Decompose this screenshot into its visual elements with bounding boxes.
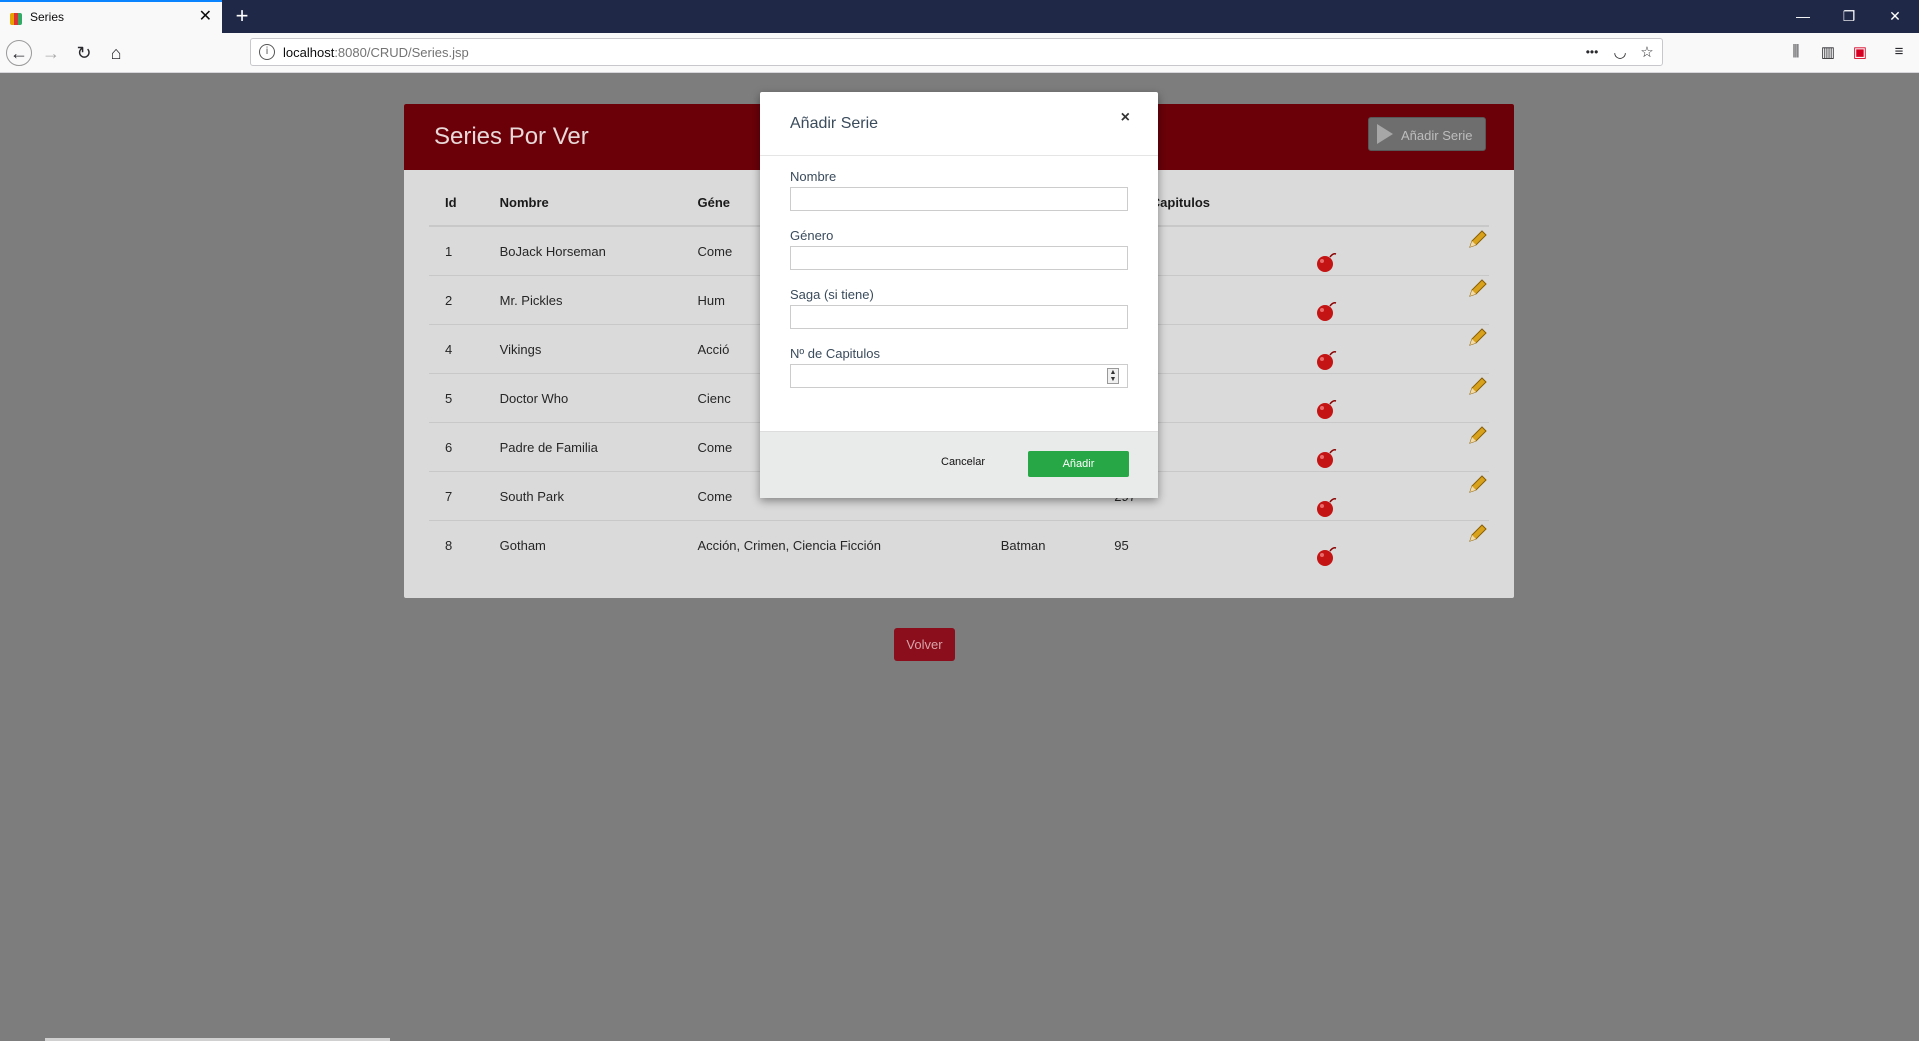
edit-pencil-icon[interactable] (1467, 277, 1489, 299)
cell-nombre: Mr. Pickles (483, 275, 682, 325)
add-series-button[interactable]: Añadir Serie (1368, 117, 1486, 151)
edit-pencil-icon[interactable] (1467, 473, 1489, 495)
delete-bomb-icon[interactable] (1315, 544, 1339, 568)
column-header-id: Id (429, 180, 484, 227)
cell-actions (1291, 471, 1489, 521)
cell-actions (1291, 521, 1489, 570)
url-text[interactable]: localhost:8080/CRUD/Series.jsp (283, 45, 469, 60)
cell-nombre: BoJack Horseman (483, 226, 682, 276)
page-title: Series Por Ver (434, 123, 589, 150)
play-icon (1377, 124, 1393, 144)
delete-bomb-icon[interactable] (1315, 250, 1339, 274)
browser-tab[interactable]: Series ✕ (0, 0, 222, 33)
delete-bomb-icon[interactable] (1315, 397, 1339, 421)
cell-capitulos: 95 (1114, 537, 1129, 553)
modal-header: Añadir Serie × (760, 92, 1158, 156)
favicon-icon (10, 13, 22, 25)
number-stepper[interactable]: ▲ ▼ (1107, 368, 1119, 384)
cell-id: 8 (445, 537, 453, 553)
cell-nombre: Doctor Who (483, 373, 682, 423)
minimize-icon[interactable]: — (1781, 4, 1825, 28)
saga-label: Saga (si tiene) (790, 287, 874, 302)
cell-actions (1291, 275, 1489, 325)
capitulos-label: Nº de Capitulos (790, 346, 881, 361)
cell-id: 7 (429, 471, 484, 521)
column-header-actions (1291, 180, 1489, 227)
cell-actions (1291, 422, 1489, 472)
edit-pencil-icon[interactable] (1467, 424, 1489, 446)
restore-icon[interactable]: ❐ (1827, 4, 1871, 28)
url-bar[interactable]: i localhost:8080/CRUD/Series.jsp ••• ◡ ☆ (250, 38, 1663, 66)
cell-nombre: Gotham (499, 537, 546, 553)
submit-button[interactable]: Añadir (1028, 451, 1129, 477)
cell-genero: Acción, Crimen, Ciencia Ficción (697, 537, 882, 553)
close-window-icon[interactable]: ✕ (1873, 4, 1917, 28)
page-actions-icon[interactable]: ••• (1582, 45, 1602, 59)
modal-title: Añadir Serie (790, 115, 879, 132)
cell-nombre: Padre de Familia (483, 422, 682, 472)
new-tab-icon[interactable]: + (230, 4, 254, 28)
delete-bomb-icon[interactable] (1315, 348, 1339, 372)
cell-id: 1 (429, 226, 484, 276)
genero-label: Género (790, 228, 834, 243)
home-icon[interactable]: ⌂ (103, 40, 129, 66)
delete-bomb-icon[interactable] (1315, 446, 1339, 470)
cell-nombre: Vikings (483, 324, 682, 374)
library-icon[interactable]: ⫼ (1785, 43, 1807, 60)
cell-actions (1291, 373, 1489, 423)
site-info-icon[interactable]: i (259, 44, 275, 60)
tab-title: Series (30, 10, 65, 24)
extension-icon[interactable]: ▣ (1849, 43, 1871, 61)
back-icon[interactable]: ← (6, 40, 32, 66)
reload-icon[interactable]: ↻ (71, 40, 97, 66)
genero-field[interactable] (790, 246, 1128, 270)
edit-pencil-icon[interactable] (1467, 375, 1489, 397)
cancel-button[interactable]: Cancelar (941, 456, 985, 468)
menu-icon[interactable]: ≡ (1888, 43, 1910, 60)
cell-nombre: South Park (483, 471, 682, 521)
cell-id: 2 (429, 275, 484, 325)
delete-bomb-icon[interactable] (1315, 299, 1339, 323)
cell-actions (1291, 324, 1489, 374)
cell-saga: Batman (1000, 537, 1046, 553)
edit-pencil-icon[interactable] (1467, 326, 1489, 348)
saga-field[interactable] (790, 305, 1128, 329)
cell-id: 4 (429, 324, 484, 374)
close-icon[interactable]: × (1121, 109, 1130, 127)
modal-footer: Cancelar Añadir (760, 431, 1158, 498)
nombre-label: Nombre (790, 169, 837, 184)
browser-tab-strip: Series ✕ + — ❐ ✕ (0, 0, 1919, 33)
edit-pencil-icon[interactable] (1467, 228, 1489, 250)
cell-id: 6 (429, 422, 484, 472)
bookmark-star-icon[interactable]: ☆ (1637, 43, 1657, 61)
capitulos-field[interactable]: ▲ ▼ (790, 364, 1128, 388)
pocket-icon[interactable]: ◡ (1610, 43, 1630, 61)
table-row: 8 Gotham Acción, Crimen, Ciencia Ficción Ba… (429, 521, 1489, 570)
close-tab-icon[interactable]: ✕ (199, 8, 212, 26)
add-series-modal: Añadir Serie × Nombre Género Saga (si ti… (760, 92, 1158, 498)
forward-icon[interactable]: → (38, 40, 64, 66)
delete-bomb-icon[interactable] (1315, 495, 1339, 519)
volver-button[interactable]: Volver (894, 628, 955, 661)
sidebar-icon[interactable]: ▥ (1817, 43, 1839, 61)
edit-pencil-icon[interactable] (1467, 522, 1489, 544)
cell-actions (1291, 226, 1489, 276)
nombre-field[interactable] (790, 187, 1128, 211)
column-header-nombre: Nombre (483, 180, 682, 227)
browser-toolbar: ← → ↻ ⌂ i localhost:8080/CRUD/Series.jsp… (0, 33, 1919, 73)
cell-id: 5 (429, 373, 484, 423)
